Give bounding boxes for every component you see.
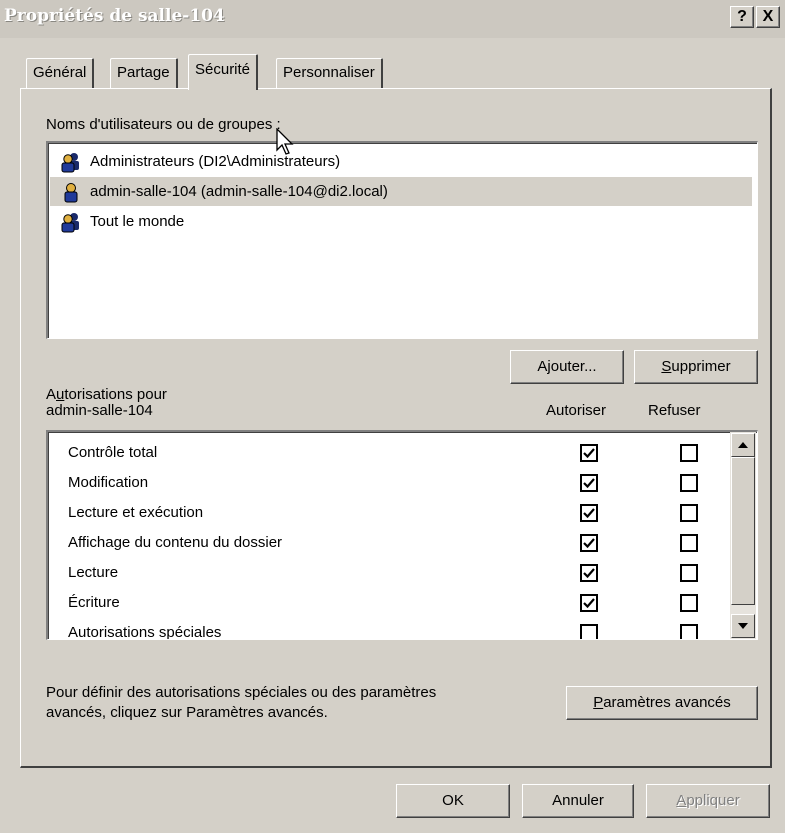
scroll-down-button[interactable] <box>731 614 755 638</box>
title-bar[interactable]: Propriétés de salle-104 ? X <box>0 0 785 38</box>
permissions-for-label: Autorisations pour <box>46 386 167 403</box>
permissions-principal-label: admin-salle-104 <box>46 402 153 419</box>
checkmark-icon <box>583 568 595 579</box>
allow-checkbox[interactable] <box>580 504 598 522</box>
permission-row: Lecture et exécution <box>68 504 204 521</box>
properties-dialog: Propriétés de salle-104 ? X Général Part… <box>0 0 785 833</box>
allow-column-header: Autoriser <box>546 402 607 419</box>
apply-button[interactable]: Appliquer <box>646 784 770 818</box>
user-icon <box>64 182 78 202</box>
ok-button[interactable]: OK <box>396 784 510 818</box>
deny-checkbox[interactable] <box>680 534 698 552</box>
arrow-up-icon <box>738 442 748 448</box>
group-icon <box>61 152 79 172</box>
tab-partage[interactable]: Partage <box>110 58 178 88</box>
list-item[interactable]: Tout le monde <box>50 207 752 236</box>
list-item[interactable]: Administrateurs (DI2\Administrateurs) <box>50 147 752 176</box>
allow-checkbox[interactable] <box>580 594 598 612</box>
group-icon <box>61 212 79 232</box>
advanced-info-text: Pour définir des autorisations spéciales… <box>46 684 437 701</box>
permission-row: Autorisations spéciales <box>68 624 222 640</box>
deny-checkbox[interactable] <box>680 504 698 522</box>
users-groups-label: Noms d'utilisateurs ou de groupes : <box>46 116 281 133</box>
permissions-scrollbar[interactable] <box>730 432 756 639</box>
allow-checkbox[interactable] <box>580 534 598 552</box>
deny-checkbox[interactable] <box>680 564 698 582</box>
window-title: Propriétés de salle-104 <box>4 6 225 26</box>
permissions-list[interactable]: Contrôle total Modification Lecture et e… <box>46 430 758 640</box>
deny-checkbox[interactable] <box>680 594 698 612</box>
permission-row: Contrôle total <box>68 444 158 461</box>
checkmark-icon <box>583 508 595 519</box>
deny-checkbox[interactable] <box>680 624 698 639</box>
list-item[interactable]: admin-salle-104 (admin-salle-104@di2.loc… <box>50 177 752 206</box>
cancel-button[interactable]: Annuler <box>522 784 634 818</box>
checkmark-icon <box>583 448 595 459</box>
checkmark-icon <box>583 538 595 549</box>
user-name: Administrateurs (DI2\Administrateurs) <box>90 153 341 170</box>
remove-button[interactable]: Supprimer <box>634 350 758 384</box>
permission-row: Lecture <box>68 564 119 581</box>
allow-checkbox[interactable] <box>580 474 598 492</box>
permission-row: Écriture <box>68 594 120 611</box>
user-name: Tout le monde <box>90 213 185 230</box>
advanced-settings-button[interactable]: Paramètres avancés <box>566 686 758 720</box>
deny-column-header: Refuser <box>648 402 701 419</box>
scroll-up-button[interactable] <box>731 433 755 457</box>
close-button[interactable]: X <box>756 6 780 28</box>
users-groups-list[interactable]: Administrateurs (DI2\Administrateurs) ad… <box>46 141 758 339</box>
arrow-down-icon <box>738 623 748 629</box>
checkmark-icon <box>583 478 595 489</box>
mouse-cursor-icon <box>276 128 294 155</box>
add-button[interactable]: Ajouter... <box>510 350 624 384</box>
deny-checkbox[interactable] <box>680 474 698 492</box>
scroll-thumb[interactable] <box>731 457 755 605</box>
advanced-info-text-2: avancés, cliquez sur Paramètres avancés. <box>46 704 328 721</box>
allow-checkbox[interactable] <box>580 624 598 639</box>
allow-checkbox[interactable] <box>580 564 598 582</box>
permission-row: Affichage du contenu du dossier <box>68 534 283 551</box>
deny-checkbox[interactable] <box>680 444 698 462</box>
tab-securite[interactable]: Sécurité <box>188 54 259 90</box>
checkmark-icon <box>583 598 595 609</box>
user-name: admin-salle-104 (admin-salle-104@di2.loc… <box>90 183 388 200</box>
allow-checkbox[interactable] <box>580 444 598 462</box>
help-button[interactable]: ? <box>730 6 754 28</box>
permission-row: Modification <box>68 474 149 491</box>
tab-general[interactable]: Général <box>26 58 95 88</box>
tab-personnaliser[interactable]: Personnaliser <box>276 58 383 88</box>
